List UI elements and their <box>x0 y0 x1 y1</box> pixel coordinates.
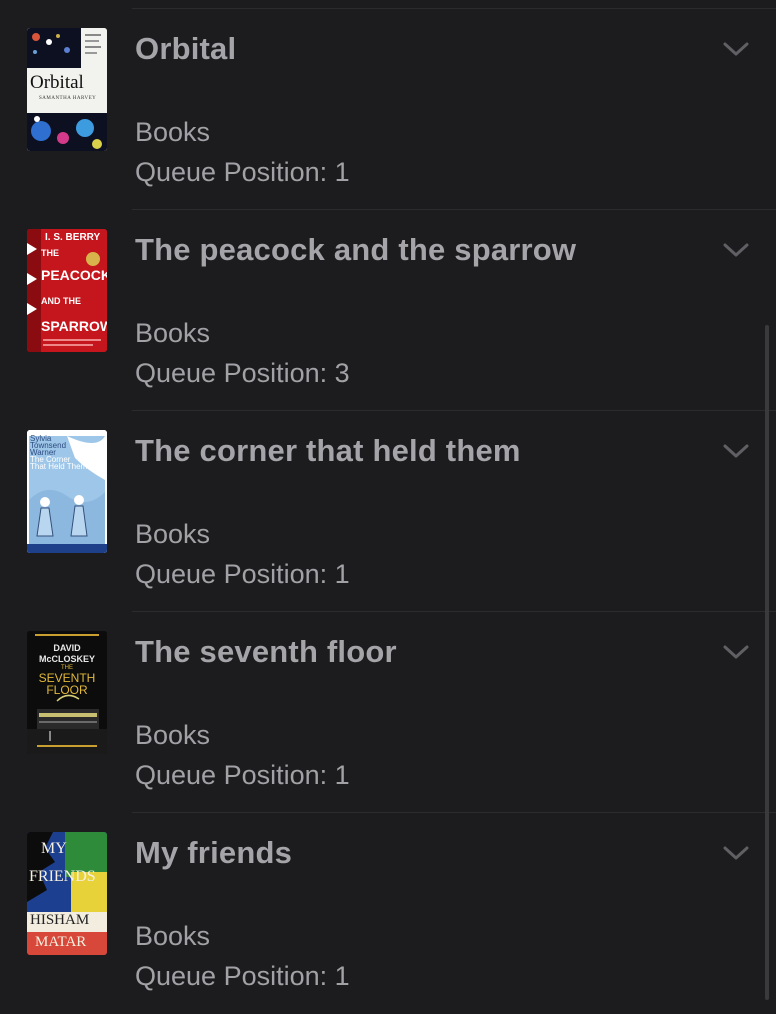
list-item[interactable]: I. S. BERRY THE PEACOCK AND THE SPARROW … <box>0 210 776 411</box>
cover-title: That Held Them <box>30 462 88 471</box>
book-cover-orbital: Orbital SAMANTHA HARVEY <box>27 28 107 151</box>
list-item[interactable]: MY FRIENDS HISHAM MATAR My friends Books… <box>0 813 776 1014</box>
item-category: Books <box>135 921 211 951</box>
item-title: The seventh floor <box>135 634 397 669</box>
cover-title: Orbital <box>30 72 84 93</box>
cover-title: FLOOR <box>46 683 88 697</box>
item-category: Books <box>135 318 211 348</box>
item-queue-position: Queue Position: 1 <box>135 157 350 187</box>
cover-title: MY <box>41 840 67 857</box>
list-item[interactable]: DAVID McCLOSKEY THE SEVENTH FLOOR The se… <box>0 612 776 813</box>
chevron-down-icon[interactable] <box>722 240 750 260</box>
item-title: My friends <box>135 835 293 870</box>
item-title: Orbital <box>135 31 237 66</box>
scrollbar[interactable] <box>765 325 769 1000</box>
list-item[interactable]: Sylvia Townsend Warner The Corner That H… <box>0 411 776 612</box>
cover-line-4: SPARROW <box>41 318 107 334</box>
book-cover-corner: Sylvia Townsend Warner The Corner That H… <box>27 430 107 553</box>
chevron-down-icon[interactable] <box>722 441 750 461</box>
item-category: Books <box>135 720 211 750</box>
item-queue-position: Queue Position: 1 <box>135 760 350 790</box>
cover-author: DAVID <box>53 643 81 653</box>
chevron-down-icon[interactable] <box>722 843 750 863</box>
item-queue-position: Queue Position: 3 <box>135 358 350 388</box>
chevron-down-icon[interactable] <box>722 39 750 59</box>
book-cover-seventh-floor: DAVID McCLOSKEY THE SEVENTH FLOOR <box>27 631 107 754</box>
book-cover-my-friends: MY FRIENDS HISHAM MATAR <box>27 832 107 955</box>
cover-author: SAMANTHA HARVEY <box>39 96 97 101</box>
cover-author: I. S. BERRY <box>45 232 101 243</box>
item-title: The peacock and the sparrow <box>135 232 577 267</box>
cover-author: MATAR <box>35 934 87 950</box>
cover-line-1: THE <box>41 248 59 258</box>
item-category: Books <box>135 117 211 147</box>
item-title: The corner that held them <box>135 433 521 468</box>
cover-line-2: PEACOCK <box>41 267 107 283</box>
list-item[interactable]: Orbital SAMANTHA HARVEY Orbital Books Qu… <box>0 9 776 210</box>
item-queue-position: Queue Position: 1 <box>135 961 350 991</box>
item-queue-position: Queue Position: 1 <box>135 559 350 589</box>
cover-author: McCLOSKEY <box>38 654 95 664</box>
item-category: Books <box>135 519 211 549</box>
chevron-down-icon[interactable] <box>722 642 750 662</box>
book-cover-peacock: I. S. BERRY THE PEACOCK AND THE SPARROW <box>27 229 107 352</box>
cover-title: FRIENDS <box>29 868 96 885</box>
cover-author: HISHAM <box>30 912 90 928</box>
cover-line-3: AND THE <box>41 296 81 306</box>
